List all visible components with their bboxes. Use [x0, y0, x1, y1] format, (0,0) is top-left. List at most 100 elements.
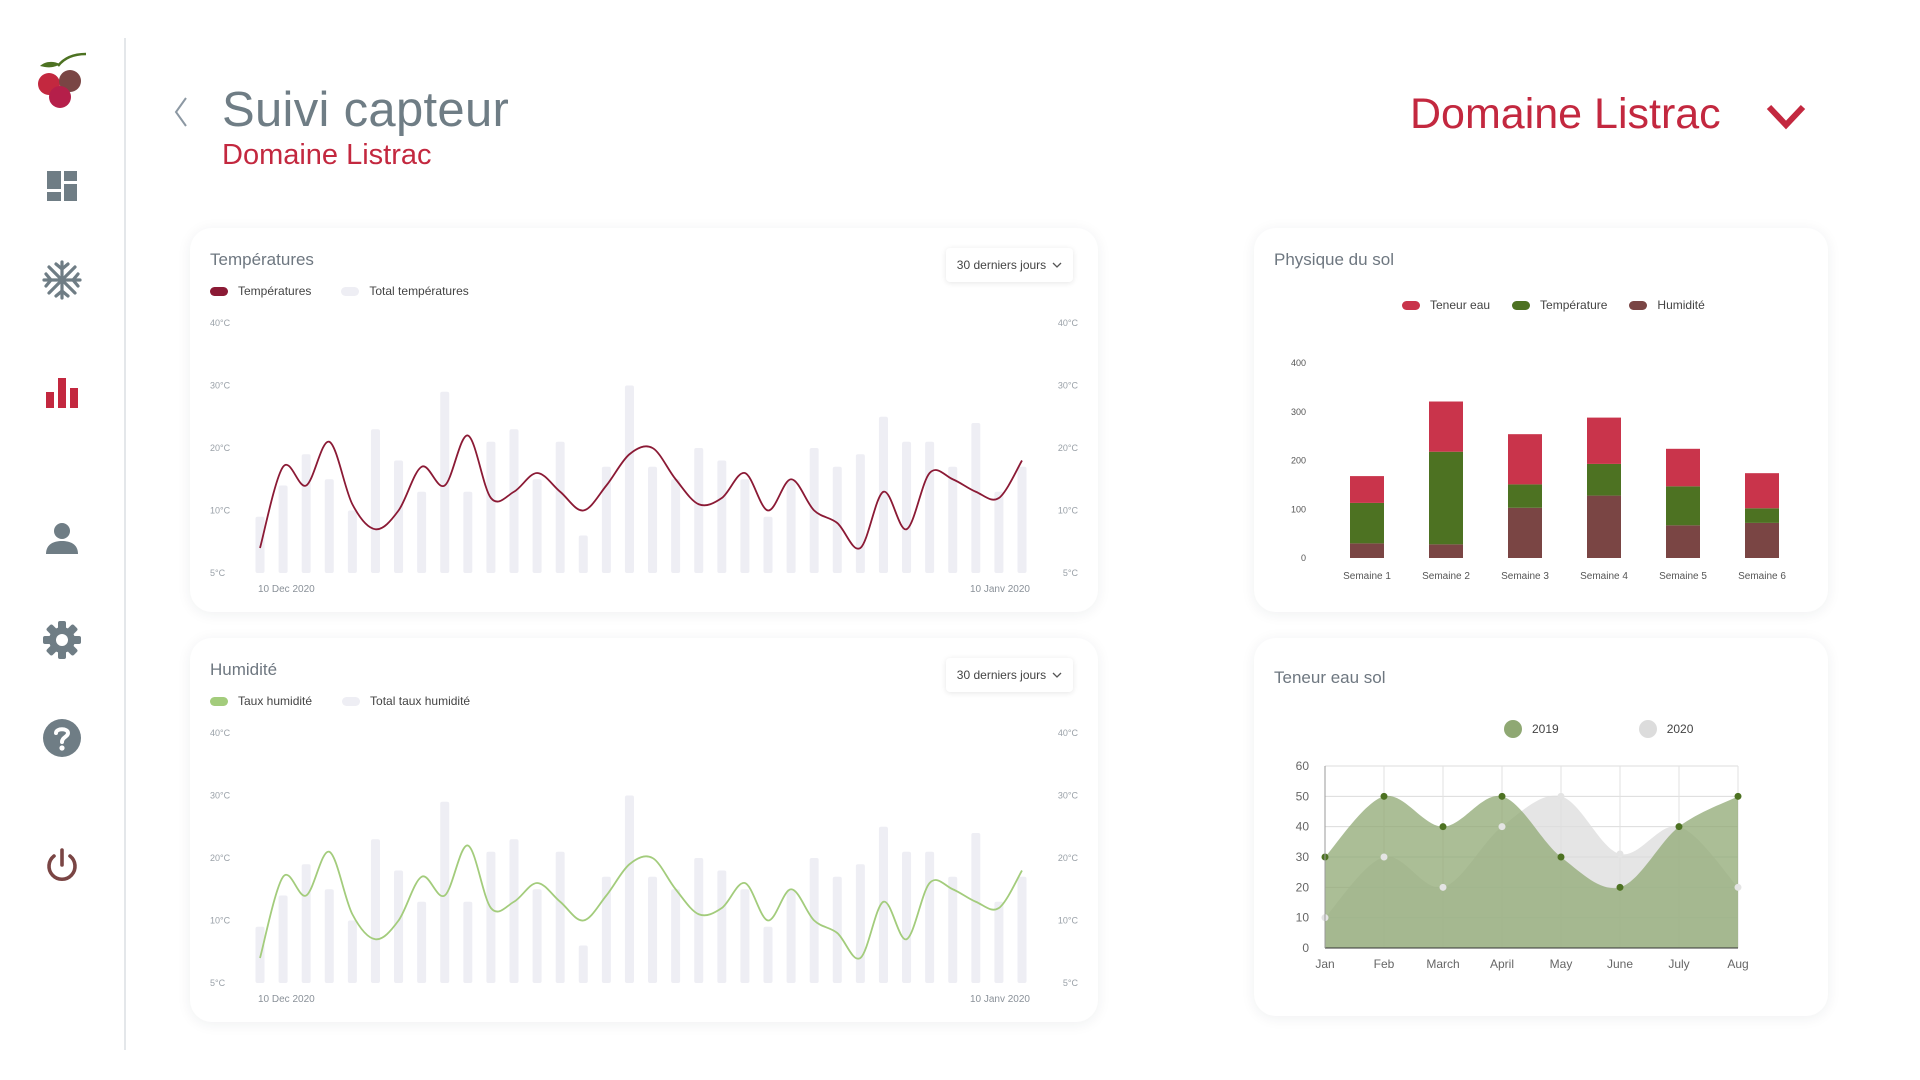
- bar: [717, 460, 727, 573]
- x-tick-label: 10 Dec 2020: [258, 584, 315, 595]
- y-tick-label: 30°C: [1058, 791, 1079, 801]
- stacked-bar-segment: [1508, 434, 1542, 485]
- bar: [278, 485, 288, 573]
- x-tick-label: 10 Janv 2020: [970, 994, 1030, 1005]
- gear-icon[interactable]: [36, 614, 88, 666]
- data-point: [1675, 823, 1683, 831]
- bar-chart-icon[interactable]: [36, 366, 88, 418]
- y-tick-label: 60: [1296, 759, 1310, 773]
- stacked-bar-segment: [1745, 522, 1779, 558]
- y-tick-label: 10: [1296, 911, 1310, 925]
- power-icon[interactable]: [36, 840, 88, 892]
- bar: [925, 851, 935, 983]
- y-tick-label: 5°C: [1063, 568, 1079, 578]
- stacked-bar-segment: [1508, 507, 1542, 558]
- bar: [509, 839, 519, 983]
- stacked-bar-segment: [1429, 401, 1463, 452]
- domain-select[interactable]: Domaine Listrac: [1410, 86, 1822, 146]
- x-tick-label: Semaine 4: [1580, 571, 1628, 582]
- x-tick-label: Semaine 1: [1343, 571, 1391, 582]
- bar: [417, 901, 427, 983]
- bar: [486, 441, 496, 573]
- stacked-bar-segment: [1350, 502, 1384, 544]
- user-icon[interactable]: [36, 512, 88, 564]
- x-tick-label: Semaine 2: [1422, 571, 1470, 582]
- y-tick-label: 20°C: [210, 443, 231, 453]
- bar: [370, 429, 380, 573]
- stacked-bar-segment: [1666, 525, 1700, 558]
- bar: [417, 491, 427, 573]
- bar: [532, 889, 542, 983]
- bar: [648, 466, 658, 573]
- y-tick-label: 5°C: [210, 978, 226, 988]
- domain-select-label: Domaine Listrac: [1410, 90, 1721, 138]
- bar: [347, 920, 357, 983]
- x-tick-label: 10 Dec 2020: [258, 994, 315, 1005]
- x-tick-label: Aug: [1727, 957, 1748, 971]
- dashboard-icon[interactable]: [36, 160, 88, 212]
- x-tick-label: Semaine 6: [1738, 571, 1786, 582]
- chevron-down-icon: [1766, 104, 1806, 130]
- bar: [509, 429, 519, 573]
- x-tick-label: June: [1607, 957, 1633, 971]
- x-tick-label: 10 Janv 2020: [970, 584, 1030, 595]
- bar: [694, 448, 704, 573]
- x-tick-label: Feb: [1374, 957, 1395, 971]
- data-point: [1557, 792, 1565, 800]
- data-point: [1498, 792, 1506, 800]
- data-point: [1380, 792, 1388, 800]
- data-point: [1439, 883, 1447, 891]
- y-tick-label: 0: [1302, 941, 1309, 955]
- stacked-bar-segment: [1745, 508, 1779, 523]
- x-tick-label: Jan: [1315, 957, 1334, 971]
- page-subtitle: Domaine Listrac: [222, 139, 432, 171]
- page-title: Suivi capteur: [222, 83, 510, 137]
- y-tick-label: 10°C: [1058, 916, 1079, 926]
- data-point: [1734, 883, 1742, 891]
- bar: [301, 454, 311, 573]
- x-tick-label: March: [1426, 957, 1459, 971]
- physique-sol-card: Physique du sol Teneur eau Température H…: [1254, 228, 1828, 612]
- y-tick-label: 10°C: [210, 506, 231, 516]
- bar: [578, 535, 588, 573]
- y-tick-label: 40°C: [210, 728, 231, 738]
- temperatures-card: Températures 30 derniers jours Températu…: [190, 228, 1098, 612]
- y-tick-label: 20°C: [1058, 443, 1079, 453]
- x-tick-label: Semaine 5: [1659, 571, 1707, 582]
- stacked-bar-segment: [1350, 543, 1384, 558]
- bar: [671, 479, 681, 573]
- bar: [786, 479, 796, 573]
- y-tick-label: 5°C: [1063, 978, 1079, 988]
- back-button[interactable]: [168, 92, 198, 132]
- teneur-eau-chart: 0 10 20 30 40 50 60 Jan Feb March April May June July…: [1296, 759, 1749, 971]
- bar: [717, 870, 727, 983]
- data-point: [1616, 883, 1624, 891]
- help-icon[interactable]: [36, 712, 88, 764]
- bar: [624, 385, 634, 573]
- bar: [555, 441, 565, 573]
- stacked-bar-segment: [1508, 484, 1542, 508]
- bar: [671, 889, 681, 983]
- data-point: [1616, 850, 1624, 858]
- y-tick-label: 40: [1296, 820, 1310, 834]
- bar: [948, 876, 958, 983]
- bar: [786, 889, 796, 983]
- bar: [740, 889, 750, 983]
- y-tick-label: 100: [1291, 504, 1306, 514]
- bar: [740, 479, 750, 573]
- bar: [624, 795, 634, 983]
- cherry-logo-icon[interactable]: [34, 52, 90, 112]
- sidebar: [0, 0, 124, 1080]
- x-tick-label: Semaine 3: [1501, 571, 1549, 582]
- stacked-bar-segment: [1429, 544, 1463, 558]
- y-tick-label: 5°C: [210, 568, 226, 578]
- y-tick-label: 30°C: [1058, 381, 1079, 391]
- snowflake-icon[interactable]: [36, 254, 88, 306]
- humidite-card: Humidité 30 derniers jours Taux humidité…: [190, 638, 1098, 1022]
- bar: [347, 510, 357, 573]
- y-tick-label: 20°C: [210, 853, 231, 863]
- y-tick-label: 40°C: [210, 318, 231, 328]
- bar: [1017, 466, 1027, 573]
- y-tick-label: 200: [1291, 456, 1306, 466]
- y-tick-label: 0: [1301, 553, 1306, 563]
